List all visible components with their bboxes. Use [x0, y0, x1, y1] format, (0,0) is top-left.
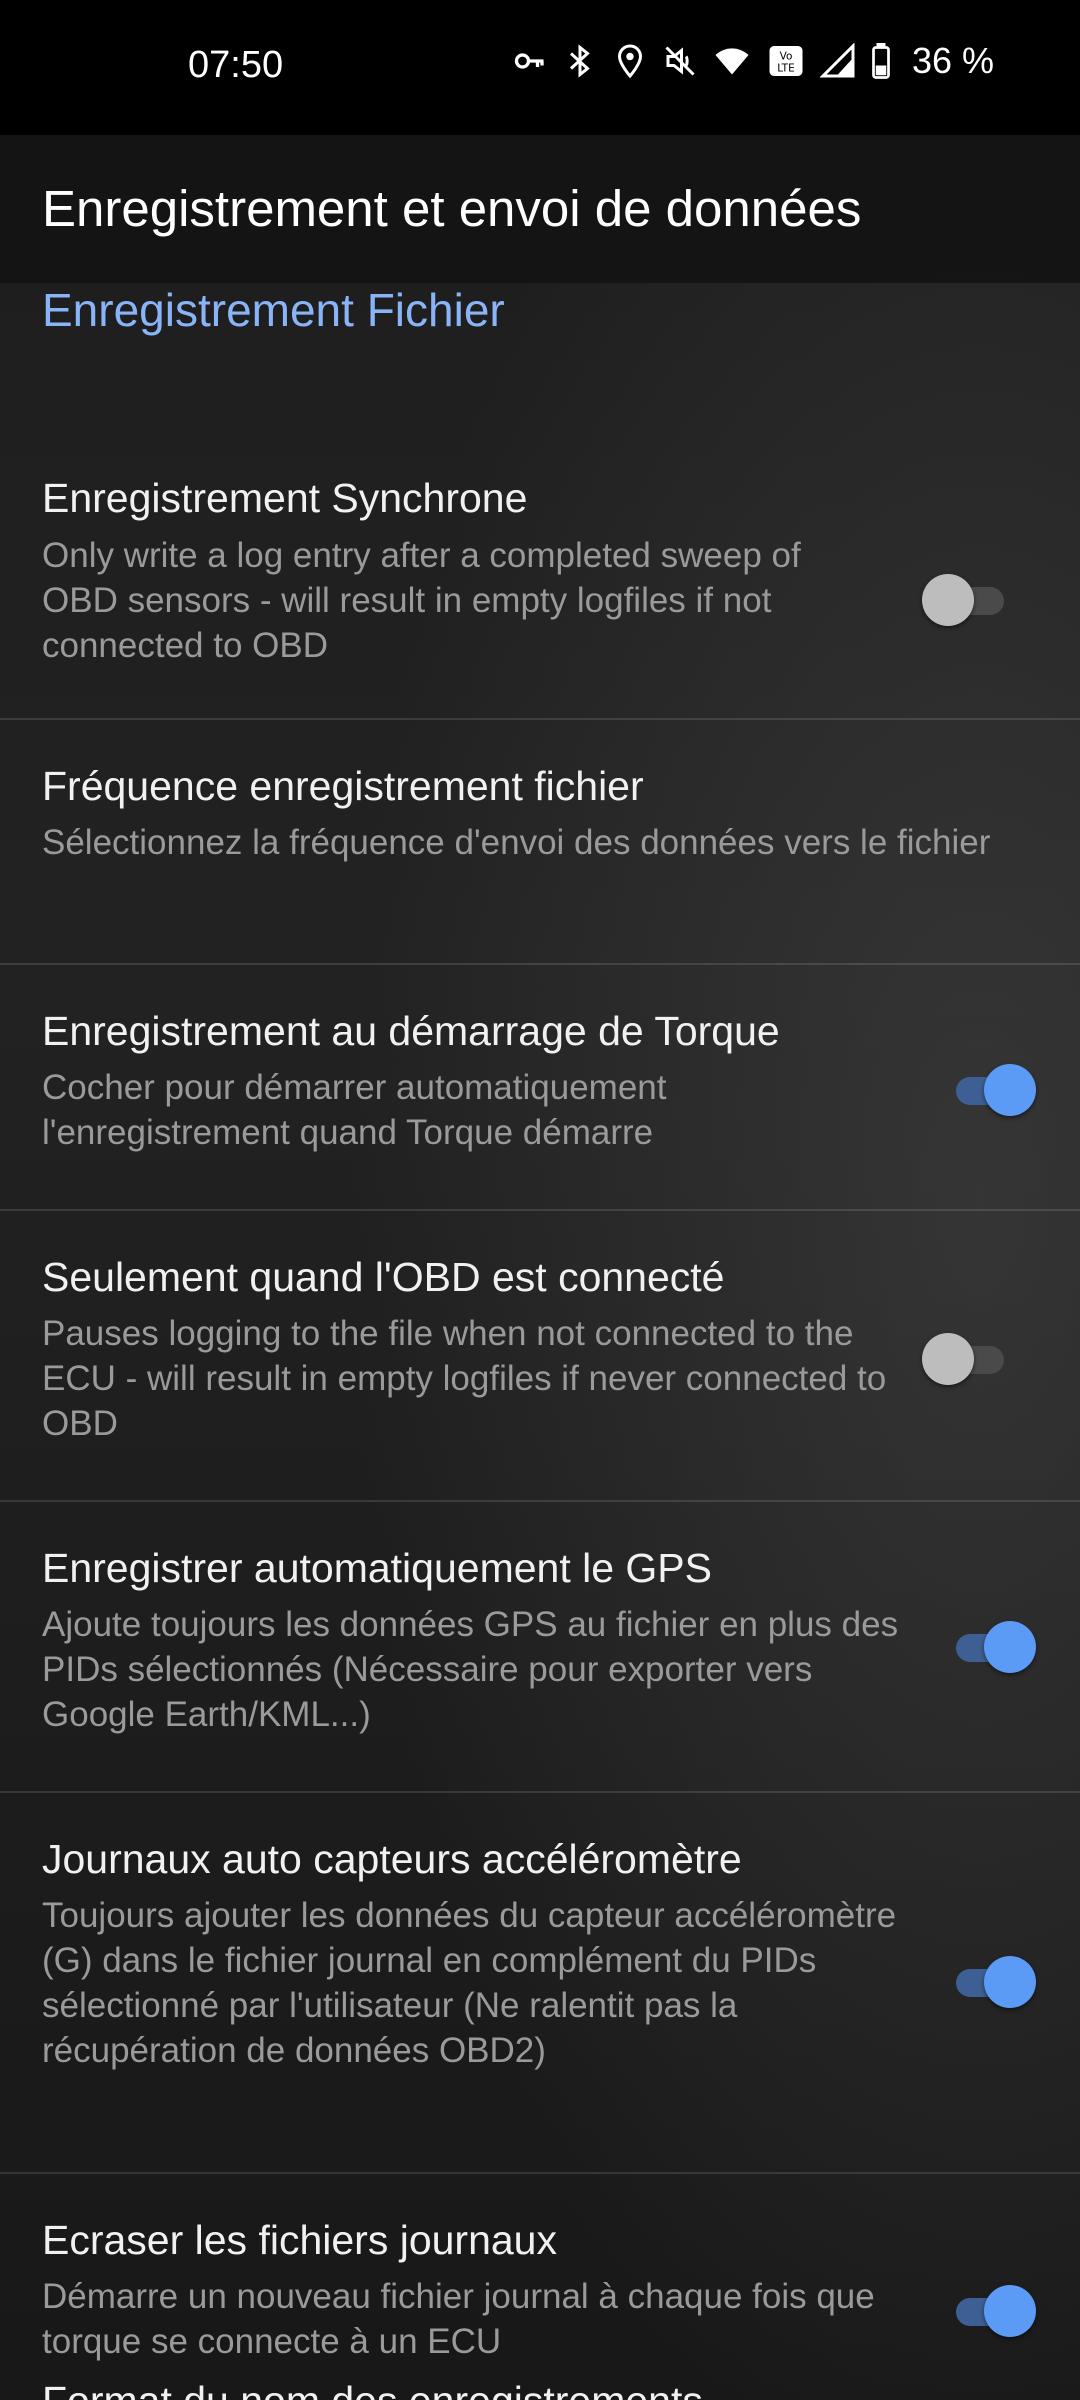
- pref-sync-logging[interactable]: Enregistrement Synchrone Only write a lo…: [0, 368, 1080, 720]
- key-icon: [514, 53, 544, 69]
- mute-icon: [665, 46, 695, 76]
- switch-thumb: [984, 1621, 1036, 1673]
- pref-only-when-obd-connected[interactable]: Seulement quand l'OBD est connecté Pause…: [0, 1209, 1080, 1502]
- category-title: Enregistrement Fichier: [42, 284, 505, 336]
- pref-title: Enregistrement au démarrage de Torque: [42, 1008, 780, 1054]
- page-title: Enregistrement et envoi de données: [42, 180, 862, 237]
- pref-title: Journaux auto capteurs accéléromètre: [42, 1836, 742, 1882]
- battery-percent: 36 %: [911, 40, 994, 81]
- pref-title: Ecraser les fichiers journaux: [42, 2217, 557, 2263]
- svg-text:LTE: LTE: [777, 63, 794, 75]
- pref-file-log-frequency[interactable]: Fréquence enregistrement fichier Sélecti…: [0, 718, 1080, 965]
- pref-summary: Sélectionnez la fréquence d'envoi des do…: [42, 823, 991, 862]
- auto-log-gps-switch[interactable]: [948, 1621, 1036, 1673]
- switch-thumb: [984, 1064, 1036, 1116]
- battery-icon: [872, 43, 890, 79]
- log-on-torque-start-switch[interactable]: [948, 1064, 1036, 1116]
- settings-list[interactable]: Enregistrement Fichier Enregistrement Sy…: [0, 283, 1080, 2400]
- only-when-obd-connected-switch[interactable]: [922, 1333, 1010, 1385]
- app-bar: Enregistrement et envoi de données: [0, 135, 1080, 283]
- pref-summary: Toujours ajouter les données du capteur …: [42, 1896, 897, 2070]
- status-bar: 07:50 Vo LTE 36 %: [0, 0, 1080, 135]
- switch-thumb: [922, 1333, 974, 1385]
- pref-summary: Ajoute toujours les données GPS au fichi…: [42, 1605, 899, 1734]
- pref-title: Seulement quand l'OBD est connecté: [42, 1254, 725, 1300]
- pref-log-on-torque-start[interactable]: Enregistrement au démarrage de Torque Co…: [0, 963, 1080, 1211]
- pref-title: Enregistrer automatiquement le GPS: [42, 1545, 712, 1591]
- pref-auto-log-gps[interactable]: Enregistrer automatiquement le GPS Ajout…: [0, 1500, 1080, 1793]
- overwrite-log-files-switch[interactable]: [948, 2285, 1036, 2337]
- pref-log-filename-format-title[interactable]: Format du nom des enregistrements: [42, 2378, 703, 2400]
- pref-title: Fréquence enregistrement fichier: [42, 763, 644, 809]
- pref-summary: Démarre un nouveau fichier journal à cha…: [42, 2277, 875, 2361]
- clock: 07:50: [188, 44, 284, 86]
- svg-text:Vo: Vo: [780, 51, 793, 63]
- auto-log-accelerometer-switch[interactable]: [948, 1956, 1036, 2008]
- pref-summary: Pauses logging to the file when not conn…: [42, 1314, 887, 1443]
- pref-summary: Only write a log entry after a completed…: [42, 536, 801, 665]
- volte-icon: VoLTE: [769, 46, 803, 76]
- bluetooth-icon: [569, 44, 590, 78]
- switch-thumb: [922, 574, 974, 626]
- signal-icon: [819, 43, 855, 78]
- status-icons: Vo LTE 36 %: [512, 40, 994, 82]
- switch-thumb: [984, 1956, 1036, 2008]
- pref-overwrite-log-files[interactable]: Ecraser les fichiers journaux Démarre un…: [0, 2172, 1080, 2400]
- sync-logging-switch[interactable]: [922, 574, 1010, 626]
- pref-auto-log-accelerometer[interactable]: Journaux auto capteurs accéléromètre Tou…: [0, 1791, 1080, 2174]
- pref-summary: Cocher pour démarrer automatiquement l'e…: [42, 1068, 667, 1152]
- switch-thumb: [984, 2285, 1036, 2337]
- wifi-icon: [715, 48, 749, 75]
- location-icon: [617, 44, 642, 79]
- pref-title: Enregistrement Synchrone: [42, 475, 528, 521]
